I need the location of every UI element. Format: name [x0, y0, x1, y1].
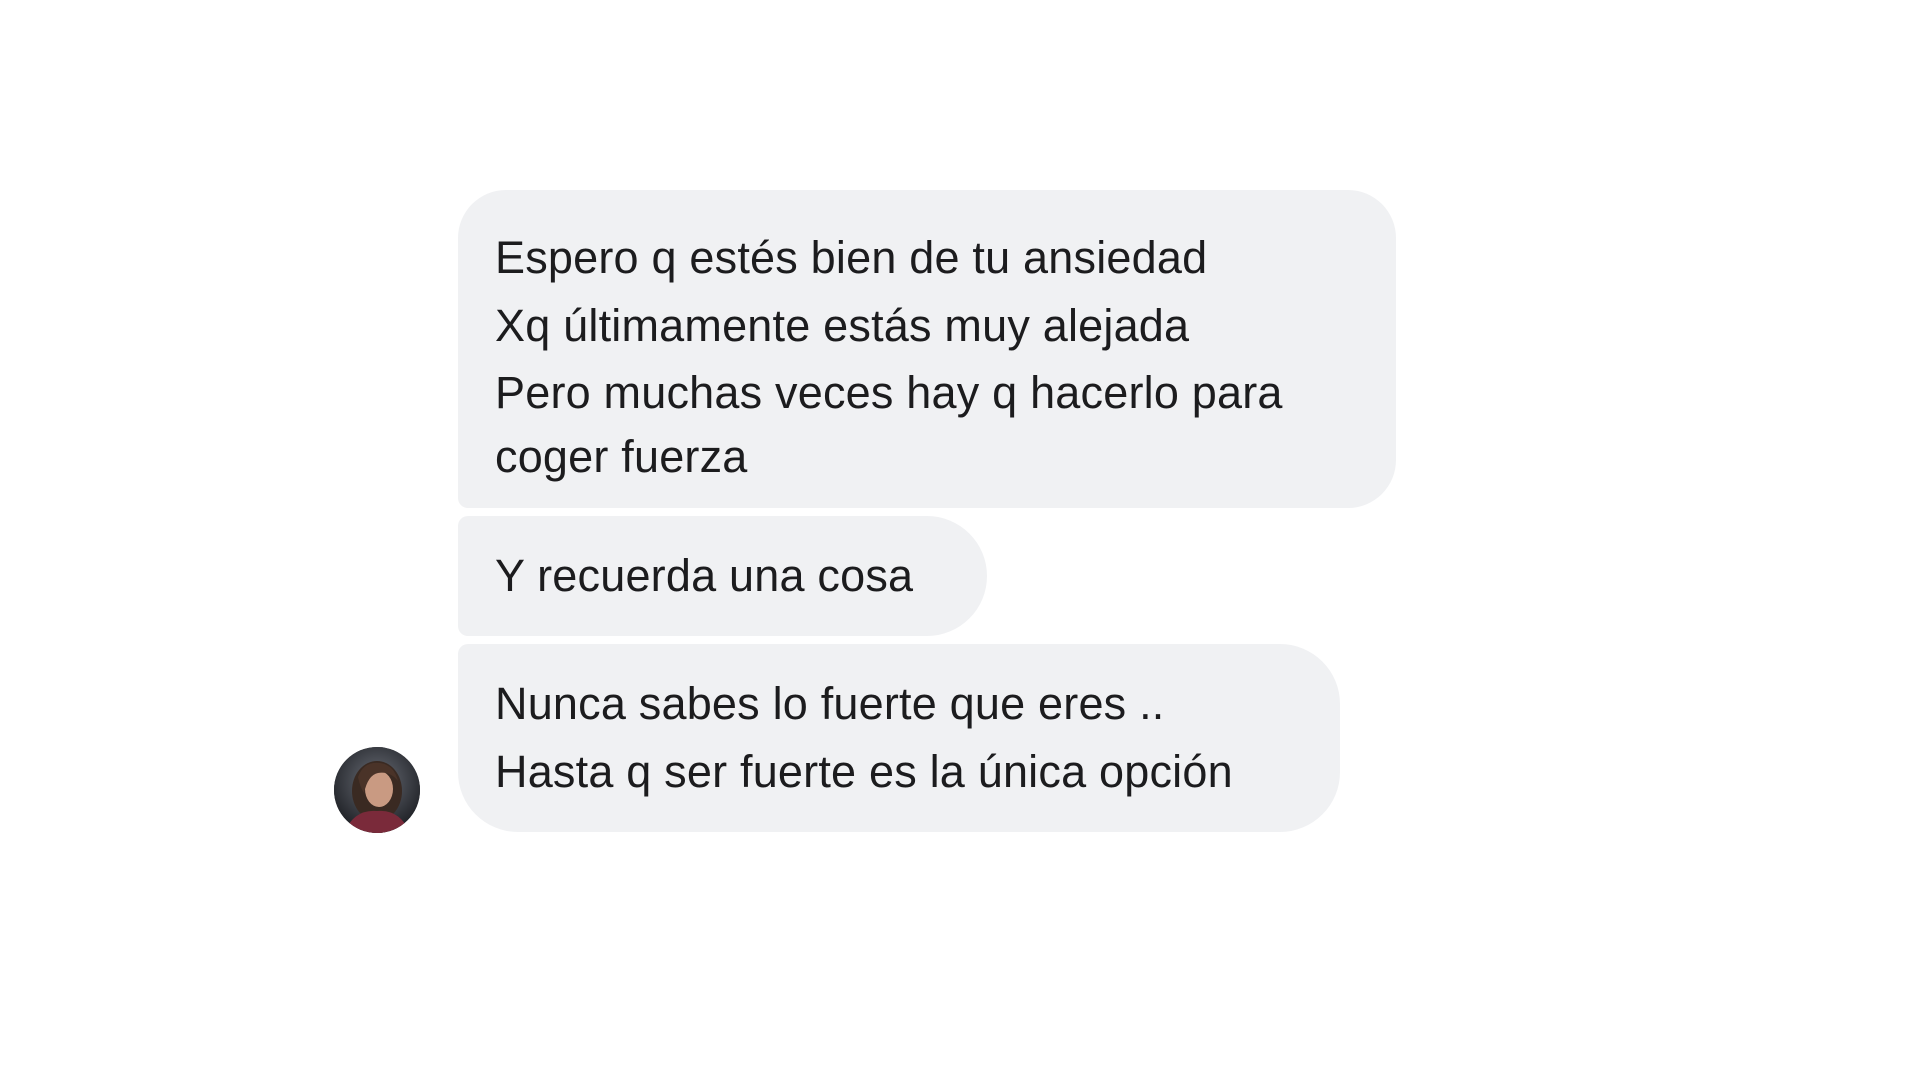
message-text-line: Hasta q ser fuerte es la única opción [495, 745, 1233, 797]
avatar-photo-icon [334, 747, 420, 833]
message-bubble-3[interactable]: Nunca sabes lo fuerte que eres .. Hasta … [458, 644, 1340, 832]
message-text-line: Espero q estés bien de tu ansiedad [495, 232, 1208, 283]
message-bubble-2[interactable]: Y recuerda una cosa [458, 516, 987, 636]
message-text-line: Nunca sabes lo fuerte que eres .. [495, 678, 1165, 729]
message-text-line: coger fuerza [495, 430, 748, 482]
message-text-line: Y recuerda una cosa [495, 550, 914, 601]
message-text-line: Xq últimamente estás muy alejada [495, 299, 1190, 351]
contact-avatar[interactable] [334, 747, 420, 833]
message-bubble-1[interactable]: Espero q estés bien de tu ansiedad Xq úl… [458, 190, 1396, 508]
message-text-line: Pero muchas veces hay q hacerlo para [495, 367, 1283, 418]
